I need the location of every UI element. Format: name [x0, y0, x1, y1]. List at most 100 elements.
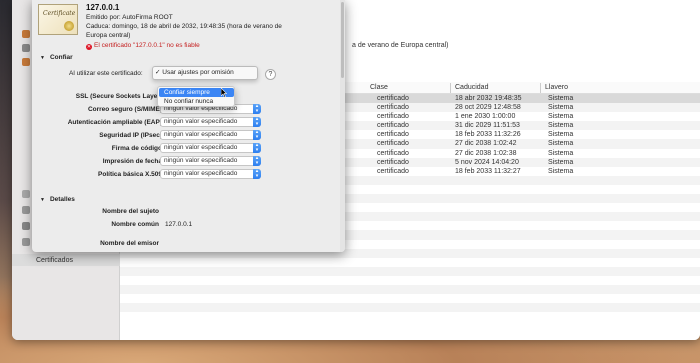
- ipsec-value: ningún valor especificado: [164, 131, 238, 138]
- code-signing-select[interactable]: ningún valor especificado ▴ ▾: [160, 143, 261, 153]
- warning-icon: ✕: [86, 44, 92, 50]
- x509-select[interactable]: ningún valor especificado ▴ ▾: [160, 169, 261, 179]
- trust-section-toggle[interactable]: ▼ Confiar: [40, 54, 73, 61]
- x509-value: ningún valor especificado: [164, 170, 238, 177]
- column-separator: [450, 83, 451, 93]
- row-keychain: Sistema: [548, 113, 574, 121]
- row-keychain: Sistema: [548, 131, 574, 139]
- details-section-toggle[interactable]: ▼ Detalles: [40, 196, 75, 203]
- row-expiry: 27 dic 2038 1:02:38: [455, 149, 517, 157]
- certificate-expiry-cont: Europa central): [86, 32, 131, 39]
- key-icon: [22, 206, 30, 214]
- disclosure-down-icon: ▼: [40, 55, 45, 61]
- details-section-title: Detalles: [49, 196, 75, 203]
- row-class: certificado: [377, 131, 409, 139]
- row-class: certificado: [377, 149, 409, 157]
- disclosure-down-icon: ▼: [40, 197, 45, 203]
- keychain-icon: [22, 30, 30, 38]
- table-row-empty: [120, 266, 700, 276]
- row-expiry: 18 abr 2032 19:48:35: [455, 95, 522, 102]
- row-keychain: Sistema: [548, 158, 574, 166]
- when-using-label: Al utilizar este certificado:: [69, 70, 143, 77]
- table-row-empty: [120, 294, 700, 303]
- ipsec-label: Seguridad IP (IPsec): [99, 132, 162, 139]
- row-keychain: Sistema: [548, 104, 574, 112]
- lock-icon: [22, 44, 30, 52]
- column-separator: [540, 83, 541, 93]
- code-signing-value: ningún valor especificado: [164, 144, 238, 151]
- stepper-icon: ▴ ▾: [253, 156, 261, 166]
- stepper-icon: ▴ ▾: [253, 117, 261, 127]
- row-class: certificado: [377, 158, 409, 166]
- sidebar-item-certificates-label: Certificados: [36, 257, 73, 264]
- row-keychain: Sistema: [548, 122, 574, 130]
- row-keychain: Sistema: [548, 149, 574, 157]
- common-name-label: Nombre común: [111, 221, 159, 228]
- row-class: certificado: [377, 113, 409, 121]
- certificate-issuer: Emitido por: AutoFirma ROOT: [86, 14, 173, 21]
- trust-mode-select[interactable]: ✓ Usar ajustes por omisión: [152, 66, 258, 80]
- scrollbar[interactable]: [340, 0, 345, 252]
- stepper-icon: ▴ ▾: [253, 169, 261, 179]
- common-name-value: 127.0.0.1: [165, 221, 193, 228]
- table-row-empty: [120, 276, 700, 285]
- certificate-detail-window: Certificate 127.0.0.1 Emitido por: AutoF…: [32, 0, 345, 252]
- timestamp-value: ningún valor especificado: [164, 157, 238, 164]
- certificate-thumbnail: Certificate: [38, 4, 78, 35]
- row-class: certificado: [377, 104, 409, 112]
- ssl-label: SSL (Secure Sockets Layer): [75, 93, 162, 100]
- row-expiry: 28 oct 2029 12:48:58: [455, 104, 521, 112]
- stepper-icon: ▴ ▾: [253, 104, 261, 114]
- smime-label: Correo seguro (S/MIME): [87, 106, 162, 113]
- column-header-keychain[interactable]: Llavero: [545, 84, 568, 91]
- certificate-name: 127.0.0.1: [86, 3, 120, 12]
- row-expiry: 18 feb 2033 11:32:27: [455, 167, 521, 175]
- row-class: certificado: [377, 167, 409, 175]
- help-button[interactable]: ?: [265, 69, 276, 80]
- row-expiry: 27 dic 2038 1:02:42: [455, 140, 517, 148]
- row-class: certificado: [377, 140, 409, 148]
- timestamp-label: Impresión de fecha: [102, 158, 162, 165]
- folder-icon: [22, 58, 30, 66]
- row-keychain: Sistema: [548, 95, 574, 102]
- selected-cert-summary: a de verano de Europa central): [352, 42, 449, 49]
- trust-section-title: Confiar: [49, 54, 73, 61]
- eap-select[interactable]: ningún valor especificado ▴ ▾: [160, 117, 261, 127]
- row-expiry: 1 ene 2030 1:00:00: [455, 113, 516, 121]
- table-row-empty: [120, 303, 700, 313]
- stepper-icon: ▴ ▾: [253, 130, 261, 140]
- seal-icon: [64, 21, 74, 31]
- issuer-name-heading: Nombre del emisor: [100, 240, 159, 247]
- code-signing-label: Firma de código: [111, 145, 162, 152]
- table-row-empty: [120, 312, 700, 321]
- column-header-expiry[interactable]: Caducidad: [455, 84, 488, 91]
- untrusted-warning: ✕ El certificado "127.0.0.1" no es fiable: [86, 42, 200, 50]
- person-icon: [22, 222, 30, 230]
- x509-label: Política básica X.509: [98, 171, 162, 178]
- row-class: certificado: [377, 95, 409, 102]
- eap-label: Autenticación ampliable (EAP): [67, 119, 162, 126]
- stepper-icon: ▴ ▾: [253, 143, 261, 153]
- row-keychain: Sistema: [548, 167, 574, 175]
- subject-name-heading: Nombre del sujeto: [102, 208, 159, 215]
- row-expiry: 31 dic 2029 11:51:53: [455, 122, 520, 130]
- row-expiry: 5 nov 2024 14:04:20: [455, 158, 519, 166]
- untrusted-warning-text: El certificado "127.0.0.1" no es fiable: [94, 42, 200, 49]
- table-row-empty: [120, 258, 700, 267]
- timestamp-select[interactable]: ningún valor especificado ▴ ▾: [160, 156, 261, 166]
- id-card-icon: [22, 238, 30, 246]
- scrollbar-thumb[interactable]: [341, 2, 344, 78]
- menu-item-never-trust[interactable]: No confiar nunca: [159, 97, 234, 106]
- note-icon: [22, 190, 30, 198]
- table-row-empty: [120, 284, 700, 295]
- row-class: certificado: [377, 122, 409, 130]
- mouse-pointer-icon: [221, 88, 227, 98]
- eap-value: ningún valor especificado: [164, 118, 238, 125]
- column-header-class[interactable]: Clase: [370, 84, 388, 91]
- certificate-thumbnail-text: Certificate: [43, 10, 76, 17]
- trust-mode-value: ✓ Usar ajustes por omisión: [155, 69, 234, 76]
- certificate-expiry: Caduca: domingo, 18 de abril de 2032, 19…: [86, 23, 282, 30]
- row-keychain: Sistema: [548, 140, 574, 148]
- ipsec-select[interactable]: ningún valor especificado ▴ ▾: [160, 130, 261, 140]
- row-expiry: 18 feb 2033 11:32:26: [455, 131, 521, 139]
